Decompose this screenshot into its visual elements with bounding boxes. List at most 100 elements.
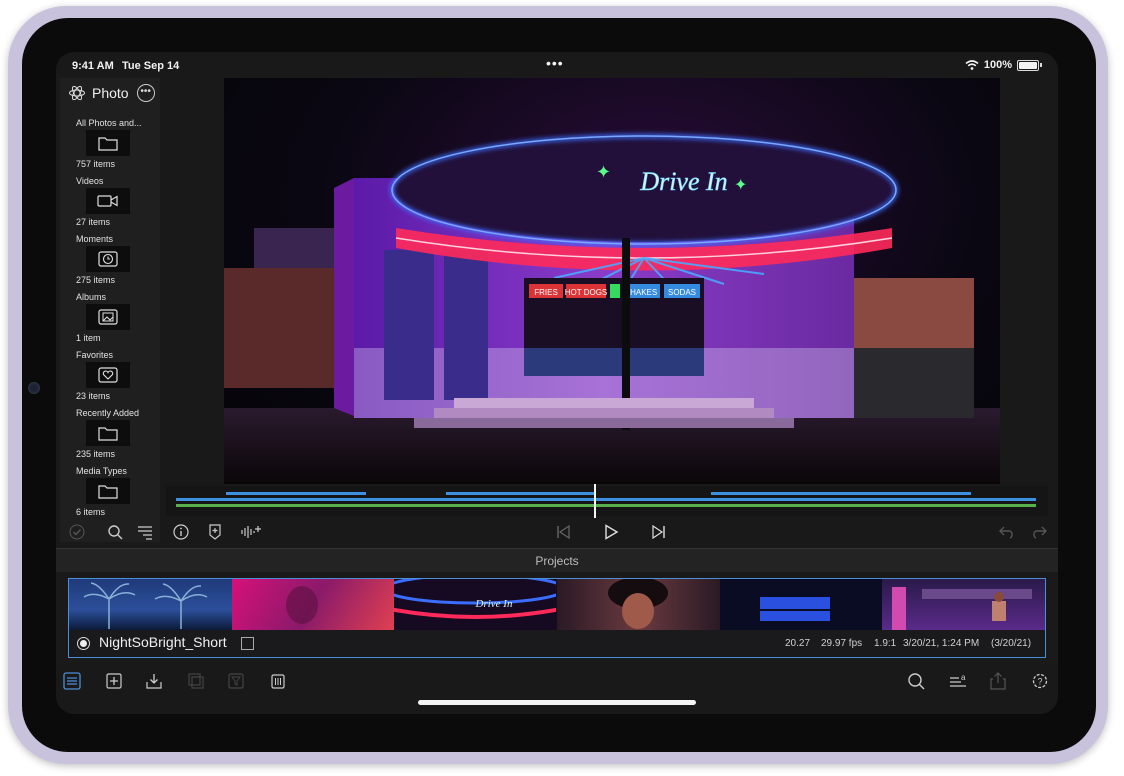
project-created-date: (3/20/21) [991, 638, 1032, 649]
front-camera [28, 382, 40, 394]
timeline-clip-blue[interactable] [226, 492, 366, 495]
sidebar-item-count: 23 items [76, 391, 111, 401]
project-duration: 20.27 [785, 638, 811, 649]
folder-icon [86, 478, 130, 504]
filter-list-icon[interactable] [134, 522, 156, 542]
project-select-radio[interactable] [77, 637, 90, 650]
redo-icon[interactable] [1028, 522, 1050, 542]
play-icon[interactable] [600, 522, 622, 542]
sidebar-item-albums[interactable]: Albums 1 item [60, 290, 160, 348]
timeline-clip-blue[interactable] [446, 492, 596, 495]
battery-icon [1017, 59, 1039, 71]
sidebar-item-label: Albums [76, 292, 107, 302]
sidebar-list: All Photos and... 757 items Videos 27 it… [60, 116, 160, 522]
folder-icon [86, 420, 130, 446]
thumbnail-night-window [719, 579, 883, 630]
video-viewer[interactable]: FRIES HOT DOGS SHAKES SODAS Drive In ✦ ✦ [224, 78, 1000, 484]
sidebar-header: Photo ••• [68, 82, 162, 104]
skip-forward-icon[interactable] [648, 522, 670, 542]
battery-tip [1040, 63, 1042, 67]
import-icon[interactable] [144, 671, 164, 691]
filter-icon[interactable] [226, 671, 246, 691]
info-icon[interactable] [170, 522, 192, 542]
project-list-icon[interactable] [62, 671, 82, 691]
thumbnail-building-person [882, 579, 1046, 630]
photos-stack-icon [86, 304, 130, 330]
sidebar-item-count: 757 items [76, 159, 116, 169]
sidebar-item-count: 275 items [76, 275, 116, 285]
sidebar-item-moments[interactable]: Moments 275 items [60, 232, 160, 290]
wifi-icon [965, 60, 979, 70]
sidebar-item-favorites[interactable]: Favorites 23 items [60, 348, 160, 406]
sidebar-item-videos[interactable]: Videos 27 items [60, 174, 160, 232]
video-camera-icon [86, 188, 130, 214]
svg-text:a: a [961, 673, 966, 682]
project-card[interactable]: Drive In NightSoBright_Short 20.27 29.97… [68, 578, 1046, 658]
star-decoration-right: ✦ [734, 175, 747, 194]
sidebar-item-media-types[interactable]: Media Types 6 items [60, 464, 160, 522]
multitasking-dots[interactable]: ••• [546, 55, 564, 71]
settings-gear-icon[interactable]: ? [1030, 671, 1050, 691]
project-fps: 29.97 fps [821, 638, 863, 649]
projects-area: Drive In NightSoBright_Short 20.27 29.97… [56, 572, 1058, 664]
heart-icon [86, 362, 130, 388]
atom-icon[interactable] [68, 84, 86, 102]
thumbnail-sign-text: Drive In [475, 598, 513, 610]
project-thumbnail-strip: Drive In [69, 579, 1046, 630]
media-sidebar: Photo ••• All Photos and... 757 items Vi… [60, 78, 160, 542]
playback-toolbar [56, 518, 1058, 546]
timeline-clip-blue[interactable] [176, 498, 1036, 501]
sidebar-item-count: 1 item [76, 333, 101, 343]
sidebar-item-recently-added[interactable]: Recently Added 235 items [60, 406, 160, 464]
battery-percent: 100% [983, 59, 1012, 71]
project-date: 3/20/21, 1:24 PM [903, 638, 980, 649]
notes-icon[interactable] [241, 637, 254, 650]
star-decoration-left: ✦ [596, 162, 611, 183]
project-name[interactable]: NightSoBright_Short [99, 634, 227, 650]
sign-sodas: SODAS [668, 288, 696, 297]
playhead[interactable] [594, 484, 596, 518]
projects-header: Projects [56, 548, 1058, 573]
duplicate-icon[interactable] [186, 671, 206, 691]
add-marker-icon[interactable] [204, 522, 226, 542]
folder-icon [86, 130, 130, 156]
status-right: 100% [965, 59, 1042, 71]
sign-drive-in: Drive In [639, 167, 727, 196]
sidebar-item-label: Recently Added [76, 408, 140, 418]
timeline-clip-green[interactable] [176, 504, 1036, 507]
checkmark-icon[interactable] [66, 522, 88, 542]
timeline-clip-blue[interactable] [711, 492, 971, 495]
svg-text:?: ? [1037, 677, 1042, 687]
sidebar-item-count: 27 items [76, 217, 111, 227]
status-time: 9:41 AM [72, 60, 114, 72]
sidebar-item-count: 6 items [76, 507, 106, 517]
share-icon[interactable] [988, 671, 1008, 691]
sidebar-item-label: All Photos and... [76, 118, 142, 128]
trash-icon[interactable] [268, 671, 288, 691]
search-icon[interactable] [104, 522, 126, 542]
search-icon[interactable] [906, 671, 926, 691]
bottom-toolbar: a ? [56, 666, 1058, 696]
sign-fries: FRIES [534, 288, 558, 297]
sidebar-item-label: Videos [76, 176, 104, 186]
skip-back-icon[interactable] [552, 522, 574, 542]
drive-in-scene: FRIES HOT DOGS SHAKES SODAS Drive In ✦ ✦ [224, 134, 1000, 484]
home-indicator[interactable] [418, 700, 696, 705]
timeline-track[interactable] [166, 484, 1048, 518]
undo-icon[interactable] [996, 522, 1018, 542]
sidebar-item-label: Moments [76, 234, 114, 244]
more-options-icon[interactable]: ••• [136, 84, 155, 102]
sort-icon[interactable]: a [948, 671, 968, 691]
sidebar-item-label: Favorites [76, 350, 114, 360]
thumbnail-palm-trees [69, 579, 232, 630]
sidebar-item-all-photos[interactable]: All Photos and... 757 items [60, 116, 160, 174]
app-screen: 9:41 AM Tue Sep 14 ••• 100% Photo ••• Al… [56, 52, 1058, 714]
sidebar-item-count: 235 items [76, 449, 116, 459]
add-audio-icon[interactable] [240, 522, 262, 542]
add-project-icon[interactable] [104, 671, 124, 691]
clock-icon [86, 246, 130, 272]
sidebar-title[interactable]: Photo [92, 85, 129, 101]
status-date: Tue Sep 14 [122, 60, 180, 72]
thumbnail-drive-in-sign: Drive In [394, 579, 558, 630]
sign-hot-dogs: HOT DOGS [565, 288, 608, 297]
